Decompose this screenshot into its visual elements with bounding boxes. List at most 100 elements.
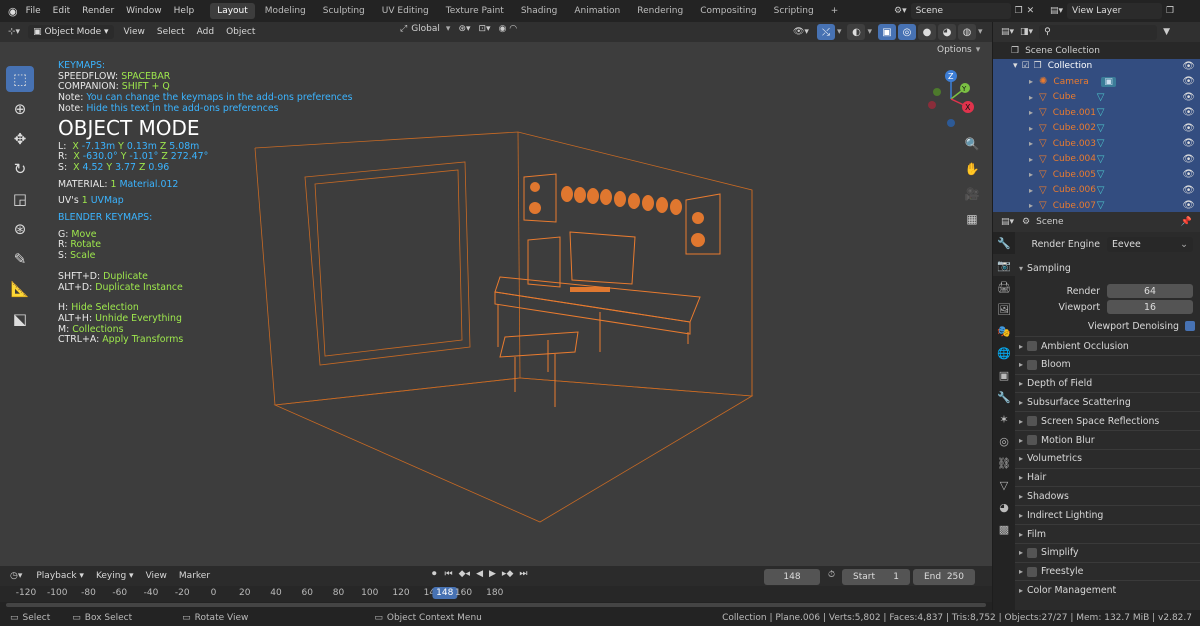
render-panel-header[interactable]: ▸ Depth of Field <box>1015 375 1200 393</box>
tab-rendering[interactable]: Rendering <box>630 3 690 19</box>
data-tab-icon[interactable]: ▽ <box>993 474 1015 496</box>
tab-texture-paint[interactable]: Texture Paint <box>439 3 511 19</box>
render-panel-header[interactable]: ▸ Ambient Occlusion <box>1015 337 1200 355</box>
render-panel-header[interactable]: ▸ Motion Blur <box>1015 431 1200 449</box>
outliner-editor-icon[interactable]: ▤▾ <box>1001 27 1014 37</box>
panel-enable-checkbox[interactable] <box>1027 341 1037 351</box>
output-tab-icon[interactable]: 🖨 <box>993 276 1015 298</box>
end-frame-field[interactable]: End 250 <box>913 569 975 585</box>
outliner-item[interactable]: ▸ ▽ Cube.002 ▽ 👁 <box>993 120 1200 136</box>
start-frame-field[interactable]: Start 1 <box>842 569 910 585</box>
outliner-item[interactable]: ▸ ✺ Camera ▣ 👁 <box>993 74 1200 90</box>
mesh-data-icon[interactable]: ▽ <box>1097 92 1105 103</box>
tool-tab-icon[interactable]: 🔧 <box>993 232 1015 254</box>
scene-tab-icon[interactable]: 🎭 <box>993 320 1015 342</box>
tab-scripting[interactable]: Scripting <box>767 3 821 19</box>
expand-chevron-icon[interactable]: ▸ <box>1029 201 1033 210</box>
view-layer-icon[interactable]: ▤▾ <box>1050 6 1063 16</box>
record-icon[interactable]: ⏺ <box>432 569 437 579</box>
play-icon[interactable]: ▶ <box>489 569 496 579</box>
render-panel-header[interactable]: ▸ Subsurface Scattering <box>1015 393 1200 411</box>
mesh-data-icon[interactable]: ▽ <box>1097 169 1105 180</box>
sampling-panel-header[interactable]: ▾ Sampling <box>1015 259 1200 277</box>
filter-icon[interactable]: ▼ <box>1163 27 1170 37</box>
navigation-gizmo[interactable]: Z Y X <box>928 70 974 127</box>
eye-icon[interactable]: 👁 <box>1182 76 1195 87</box>
gizmo-neg-z-handle[interactable] <box>947 119 955 127</box>
mesh-data-icon[interactable]: ▽ <box>1097 200 1105 211</box>
world-tab-icon[interactable]: 🌐 <box>993 342 1015 364</box>
texture-tab-icon[interactable]: ▩ <box>993 518 1015 540</box>
constraints-tab-icon[interactable]: ⛓ <box>993 452 1015 474</box>
eye-icon[interactable]: 👁 <box>1182 154 1195 165</box>
physics-tab-icon[interactable]: ◎ <box>993 430 1015 452</box>
outliner-scene-collection[interactable]: ❐ Scene Collection <box>993 43 1200 59</box>
clock-icon[interactable]: ⏱ <box>828 570 835 580</box>
frame-ruler[interactable]: -120-100-80-60-40-2002040608010012014014… <box>0 586 992 602</box>
expand-chevron-icon[interactable]: ▸ <box>1029 124 1033 133</box>
panel-enable-checkbox[interactable] <box>1027 435 1037 445</box>
eye-icon[interactable]: 👁 <box>1182 138 1195 149</box>
expand-chevron-icon[interactable]: ▸ <box>1029 170 1033 179</box>
eye-icon[interactable]: 👁 <box>1182 61 1195 72</box>
eye-icon[interactable]: 👁 <box>1182 107 1195 118</box>
add-workspace-button[interactable]: + <box>824 3 846 19</box>
menu-marker[interactable]: Marker <box>173 569 216 583</box>
prev-keyframe-icon[interactable]: ◆◂ <box>459 569 470 579</box>
expand-chevron-icon[interactable]: ▸ <box>1029 186 1033 195</box>
mesh-data-icon[interactable]: ▽ <box>1097 138 1105 149</box>
scene-field[interactable]: Scene <box>910 3 1011 19</box>
jump-end-icon[interactable]: ⏭ <box>519 569 527 579</box>
play-reverse-icon[interactable]: ◀ <box>476 569 483 579</box>
new-view-layer-icon[interactable]: ❐ <box>1166 6 1174 16</box>
checkbox-icon[interactable]: ☑ <box>1022 61 1030 71</box>
gizmo-neg-y-handle[interactable] <box>933 88 941 96</box>
expand-chevron-icon[interactable]: ▸ <box>1029 77 1033 86</box>
render-panel-header[interactable]: ▸ Shadows <box>1015 487 1200 505</box>
mesh-data-icon[interactable]: ▽ <box>1097 123 1105 134</box>
render-samples-field[interactable]: 64 <box>1107 284 1193 298</box>
delete-scene-icon[interactable]: ✕ <box>1027 6 1035 16</box>
cursor-tool-icon[interactable]: ⊕ <box>6 96 34 122</box>
menu-window[interactable]: Window <box>126 6 162 16</box>
scene-icon[interactable]: ⚙▾ <box>894 6 907 16</box>
render-panel-header[interactable]: ▸ Screen Space Reflections <box>1015 412 1200 430</box>
viewport-samples-field[interactable]: 16 <box>1107 300 1193 314</box>
zoom-icon[interactable]: 🔍 <box>962 134 982 154</box>
view-layer-field[interactable]: View Layer <box>1067 3 1163 19</box>
outliner-item[interactable]: ▸ ▽ Cube.006 ▽ 👁 <box>993 182 1200 198</box>
eye-icon[interactable]: 👁 <box>1182 123 1195 134</box>
eye-icon[interactable]: 👁 <box>1182 169 1195 180</box>
object-tab-icon[interactable]: ▣ <box>993 364 1015 386</box>
timeline-editor-icon[interactable]: ◷▾ <box>10 571 22 581</box>
measure-tool-icon[interactable]: 📐 <box>6 276 34 302</box>
add-cube-tool-icon[interactable]: ⬕ <box>6 306 34 332</box>
annotate-tool-icon[interactable]: ✎ <box>6 246 34 272</box>
panel-enable-checkbox[interactable] <box>1027 359 1037 370</box>
view-layer-tab-icon[interactable]: 🖼 <box>993 298 1015 320</box>
render-panel-header[interactable]: ▸ Volumetrics <box>1015 450 1200 468</box>
select-tool-icon[interactable]: ⬚ <box>6 66 34 92</box>
panel-enable-checkbox[interactable] <box>1027 566 1037 577</box>
menu-help[interactable]: Help <box>174 6 195 16</box>
outliner-search-input[interactable]: ⚲ <box>1039 24 1158 40</box>
move-tool-icon[interactable]: ✥ <box>6 126 34 152</box>
display-mode-icon[interactable]: ◨▾ <box>1020 27 1033 37</box>
eye-icon[interactable]: 👁 <box>1182 92 1195 103</box>
new-scene-icon[interactable]: ❐ <box>1015 6 1023 16</box>
particles-tab-icon[interactable]: ✶ <box>993 408 1015 430</box>
render-tab-icon[interactable]: 📷 <box>993 254 1015 276</box>
expand-chevron-icon[interactable]: ▸ <box>1029 93 1033 102</box>
outliner-item[interactable]: ▸ ▽ Cube.003 ▽ 👁 <box>993 136 1200 152</box>
expand-chevron-icon[interactable]: ▸ <box>1029 155 1033 164</box>
tab-modeling[interactable]: Modeling <box>258 3 313 19</box>
tab-uv-editing[interactable]: UV Editing <box>375 3 436 19</box>
menu-timeline-view[interactable]: View <box>140 569 173 583</box>
render-panel-header[interactable]: ▸ Simplify <box>1015 544 1200 562</box>
expand-chevron-icon[interactable]: ▾ <box>1013 61 1018 71</box>
pin-icon[interactable]: 📌 <box>1181 217 1192 227</box>
outliner-item[interactable]: ▸ ▽ Cube.005 ▽ 👁 <box>993 167 1200 183</box>
outliner-item[interactable]: ▸ ▽ Cube.001 ▽ 👁 <box>993 105 1200 121</box>
render-panel-header[interactable]: ▸ Color Management <box>1015 581 1200 599</box>
rotate-tool-icon[interactable]: ↻ <box>6 156 34 182</box>
